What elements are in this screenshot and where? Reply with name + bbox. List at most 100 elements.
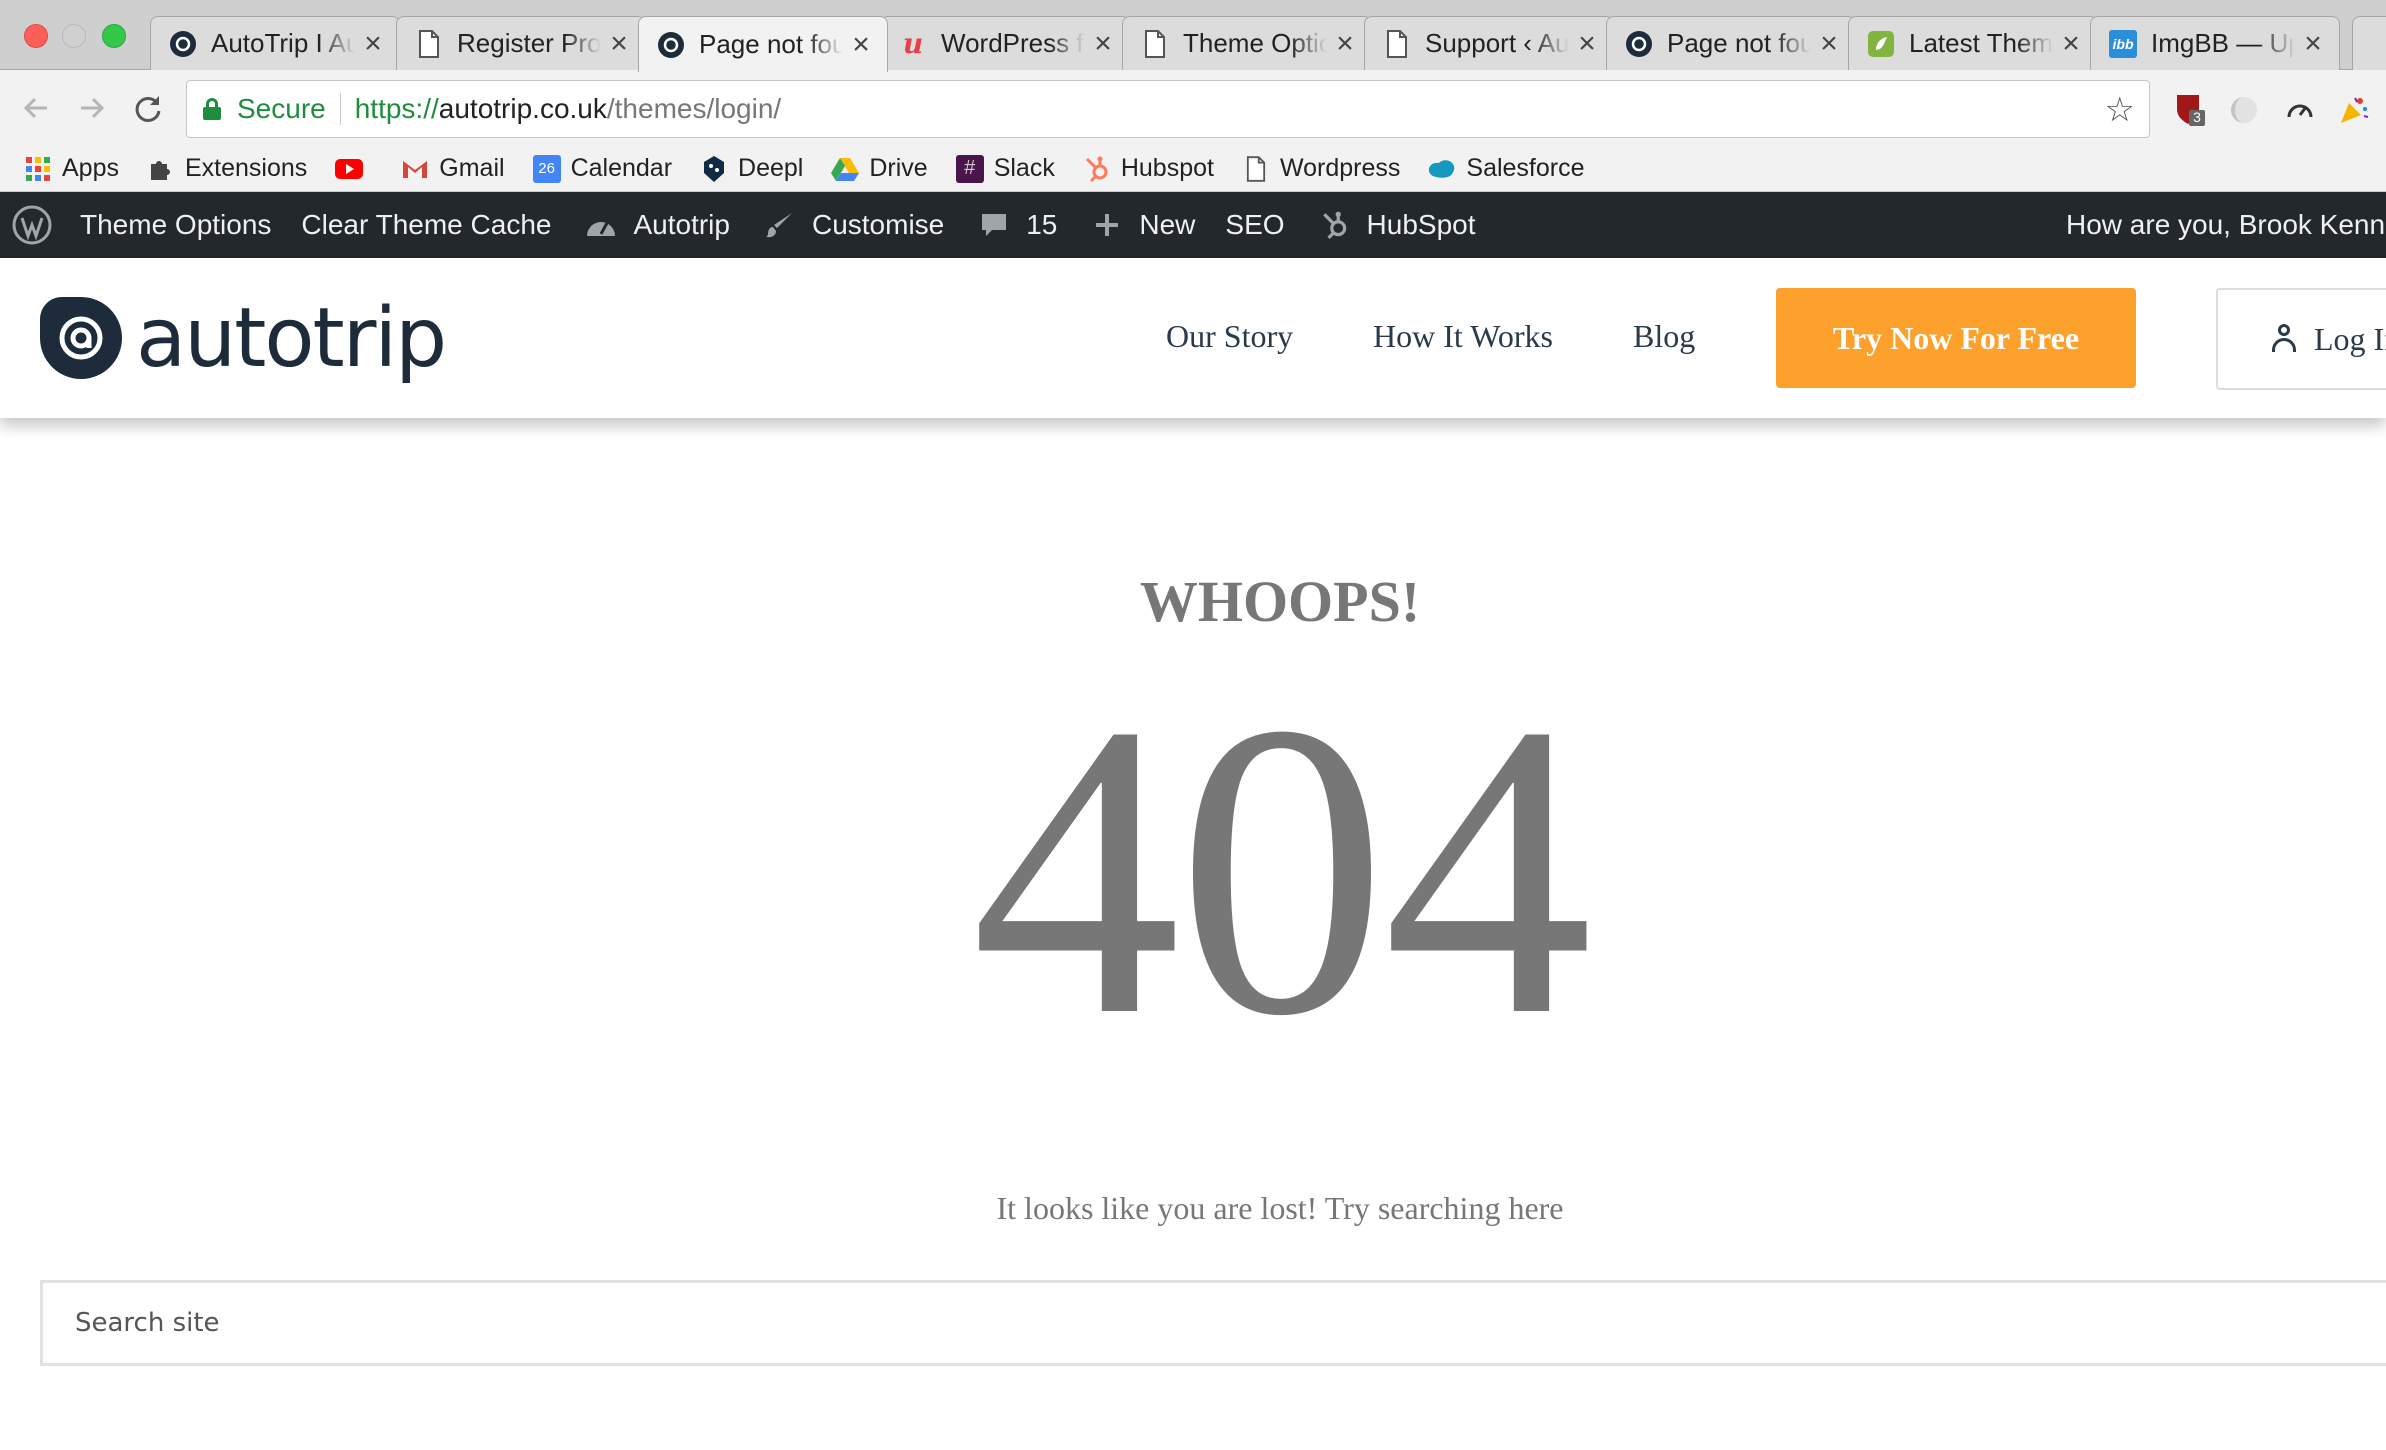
tab-close-icon[interactable]: × (1333, 28, 1357, 58)
comment-bubble-icon (974, 205, 1014, 245)
wp-admin-bar: Theme Options Clear Theme Cache Autotrip… (0, 192, 2386, 258)
nav-how-it-works[interactable]: How It Works (1373, 318, 1553, 355)
tab-title: WordPress feedback (941, 28, 1085, 58)
back-arrow-icon[interactable] (16, 88, 56, 128)
browser-tab[interactable]: Register Profile × (396, 16, 646, 70)
bookmark-hubspot[interactable]: Hubspot (1083, 154, 1214, 183)
browser-tab[interactable]: Support ‹ AutoTrip × (1364, 16, 1614, 70)
bookmark-extensions[interactable]: Extensions (147, 154, 307, 183)
tab-close-icon[interactable]: × (1817, 28, 1841, 58)
browser-tab[interactable]: Theme Options × (1122, 16, 1372, 70)
adminbar-site-name[interactable]: Autotrip (581, 205, 730, 245)
bookmark-calendar[interactable]: 26 Calendar (532, 154, 673, 183)
nav-our-story[interactable]: Our Story (1166, 318, 1293, 355)
nav-blog[interactable]: Blog (1633, 318, 1695, 355)
page-icon (1242, 155, 1270, 183)
adminbar-comments[interactable]: 15 (974, 205, 1057, 245)
deepl-icon (700, 155, 728, 183)
wordpress-logo-menu[interactable] (12, 205, 52, 245)
search-box (40, 1280, 2386, 1366)
bookmark-label: Apps (62, 154, 119, 182)
tab-title: ImgBB — Upload (2151, 28, 2295, 58)
comments-count: 15 (1026, 209, 1058, 240)
adminbar-theme-options[interactable]: Theme Options (80, 209, 271, 241)
browser-tab[interactable]: Page not found × (1606, 16, 1856, 70)
salesforce-icon (1428, 155, 1456, 183)
tab-close-icon[interactable]: × (607, 28, 631, 58)
drive-icon (831, 155, 860, 183)
adminbar-label: Customise (811, 209, 945, 240)
window-minimize-button[interactable] (62, 24, 86, 48)
page-icon (415, 29, 443, 58)
autotrip-favicon-icon (657, 31, 685, 59)
bookmark-label: Calendar (570, 154, 673, 182)
bookmark-label: Slack (993, 154, 1055, 182)
tab-title: Support ‹ AutoTrip (1425, 28, 1569, 58)
ublock-extension-icon[interactable]: 3 (2172, 92, 2208, 128)
page-icon (1141, 29, 1169, 58)
bookmark-wordpress[interactable]: Wordpress (1242, 154, 1400, 183)
tab-close-icon[interactable]: × (2301, 28, 2325, 58)
extension-badge: 3 (2193, 109, 2201, 125)
window-zoom-button[interactable] (102, 24, 126, 48)
speedometer-icon[interactable] (2282, 92, 2318, 128)
moon-extension-icon[interactable] (2226, 92, 2262, 128)
browser-tab[interactable]: u WordPress feedback × (880, 16, 1130, 70)
browser-tab[interactable]: Latest Themes × (1848, 16, 2098, 70)
bookmark-label: Hubspot (1120, 154, 1214, 182)
bookmark-gmail[interactable]: Gmail (401, 154, 505, 183)
bookmark-deepl[interactable]: Deepl (700, 154, 803, 183)
tab-title: Register Profile (457, 28, 601, 58)
secure-label: Secure (237, 93, 326, 124)
imgbb-icon: ibb (2109, 29, 2137, 58)
forward-arrow-icon[interactable] (72, 88, 112, 128)
tab-close-icon[interactable]: × (1091, 28, 1115, 58)
reload-icon[interactable] (128, 88, 168, 128)
browser-tab[interactable]: AutoTrip I Automat × (150, 16, 400, 70)
tab-close-icon[interactable]: × (849, 29, 873, 59)
adminbar-label: HubSpot (1366, 209, 1476, 240)
site-logo[interactable]: autotrip (40, 288, 447, 388)
window-close-button[interactable] (24, 24, 48, 48)
adminbar-hubspot[interactable]: HubSpot (1315, 205, 1476, 245)
adminbar-clear-cache[interactable]: Clear Theme Cache (301, 209, 551, 241)
bookmark-apps[interactable]: Apps (24, 154, 119, 183)
bookmark-youtube[interactable] (335, 155, 373, 183)
adminbar-label: Autotrip (633, 209, 730, 240)
adminbar-label: Theme Options (80, 209, 272, 240)
adminbar-customise[interactable]: Customise (760, 205, 944, 245)
party-popper-icon[interactable] (2336, 92, 2372, 128)
bookmark-label: Drive (869, 154, 928, 182)
autotrip-favicon-icon (169, 30, 197, 58)
calendar-icon-day: 26 (538, 160, 555, 177)
autotrip-logo-icon (40, 297, 122, 379)
tab-close-icon[interactable]: × (1575, 28, 1599, 58)
tab-close-icon[interactable]: × (2059, 28, 2083, 58)
browser-tab[interactable]: ibb ImgBB — Upload × (2090, 16, 2340, 70)
search-input[interactable] (43, 1283, 2386, 1363)
bookmark-slack[interactable]: # Slack (955, 154, 1055, 183)
browser-toolbar: Secure https://autotrip.co.uk/themes/log… (0, 70, 2386, 146)
slack-icon: # (955, 154, 984, 183)
new-tab-button[interactable] (2352, 16, 2386, 70)
wordpress-icon (12, 205, 52, 245)
page-icon (1383, 29, 1411, 58)
bookmark-drive[interactable]: Drive (831, 154, 928, 183)
login-button[interactable]: Log In (2216, 288, 2386, 390)
adminbar-new[interactable]: New (1087, 205, 1195, 245)
tab-title: Page not found (1667, 28, 1811, 58)
url-text[interactable]: https://autotrip.co.uk/themes/login/ (355, 93, 781, 125)
bookmark-label: Wordpress (1279, 154, 1401, 182)
adminbar-seo[interactable]: SEO (1225, 209, 1284, 241)
bookmark-salesforce[interactable]: Salesforce (1428, 154, 1585, 183)
bookmark-star-icon[interactable]: ☆ (2105, 90, 2135, 130)
apps-grid-icon (24, 155, 52, 183)
tab-close-icon[interactable]: × (361, 28, 385, 58)
try-now-button[interactable]: Try Now For Free (1776, 288, 2136, 388)
adminbar-label: Clear Theme Cache (301, 209, 552, 240)
browser-tab-active[interactable]: Page not found × (638, 16, 888, 72)
tab-title: Theme Options (1183, 28, 1327, 58)
adminbar-account-greeting[interactable]: How are you, Brook Kennedy (2066, 192, 2386, 258)
address-bar[interactable]: Secure https://autotrip.co.uk/themes/log… (186, 80, 2150, 138)
adminbar-label: New (1139, 209, 1196, 240)
